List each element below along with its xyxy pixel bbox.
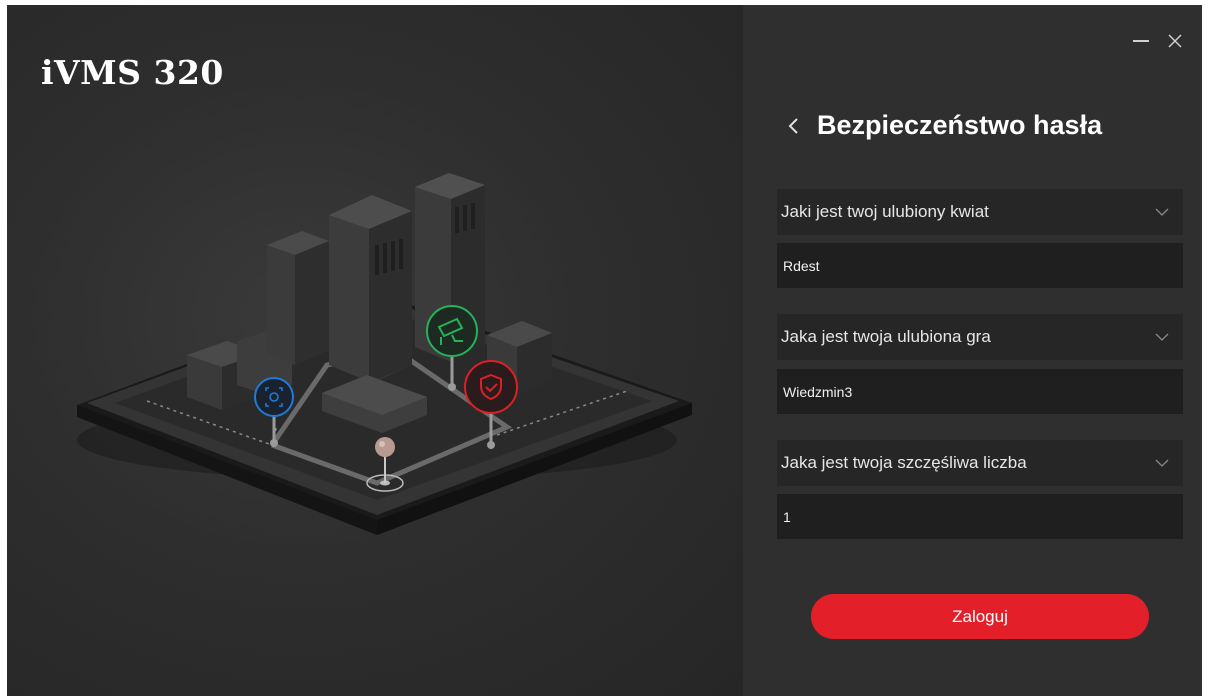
security-questions-panel: Bezpieczeństwo hasła Jaki jest twoj ulub… [743,5,1202,696]
back-chevron-icon [788,117,798,134]
question-label: Jaka jest twoja szczęśliwa liczba [781,453,1027,472]
page-heading: Bezpieczeństwo hasła [787,110,1102,141]
back-button[interactable] [787,113,813,139]
minimize-button[interactable] [1127,27,1155,55]
chevron-down-icon [1155,208,1169,216]
answer-input-3[interactable]: 1 [777,494,1183,539]
question-label: Jaka jest twoja ulubiona gra [781,327,991,346]
page-title: Bezpieczeństwo hasła [817,110,1103,140]
app-title: iVMS 320 [41,53,224,92]
login-button[interactable]: Zaloguj [811,594,1149,639]
question-select-2[interactable]: Jaka jest twoja ulubiona gra [777,314,1183,360]
question-select-1[interactable]: Jaki jest twoj ulubiony kwiat [777,189,1183,235]
city-illustration [77,173,692,535]
answer-input-1[interactable]: Rdest [777,243,1183,288]
chevron-down-icon [1155,459,1169,467]
chevron-down-icon [1155,333,1169,341]
close-button[interactable] [1161,27,1189,55]
close-icon [1168,34,1182,48]
question-select-3[interactable]: Jaka jest twoja szczęśliwa liczba [777,440,1183,486]
minimize-icon [1133,40,1149,42]
question-label: Jaki jest twoj ulubiony kwiat [781,202,989,221]
app-window: iVMS 320 Bezpieczeństwo hasła Jaki jest … [7,5,1202,696]
answer-input-2[interactable]: Wiedzmin3 [777,369,1183,414]
hero-illustration-panel: iVMS 320 [7,5,743,696]
